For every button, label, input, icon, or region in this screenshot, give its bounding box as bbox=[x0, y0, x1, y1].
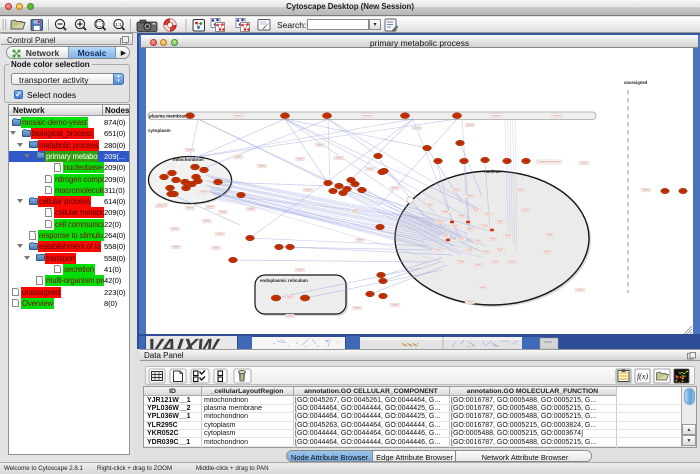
svg-text:f(x): f(x) bbox=[637, 372, 648, 381]
svg-text:1:1: 1:1 bbox=[115, 22, 122, 27]
svg-text:VAIXW: VAIXW bbox=[146, 334, 222, 349]
svg-text:plasma membrane: plasma membrane bbox=[149, 114, 190, 119]
svg-text:unassigned: unassigned bbox=[624, 80, 648, 85]
svg-text:nucleus: nucleus bbox=[484, 169, 501, 174]
svg-text:endoplasmic reticulum: endoplasmic reticulum bbox=[260, 278, 308, 283]
svg-text:mitochondrion: mitochondrion bbox=[173, 157, 204, 162]
svg-text:cytoplasm: cytoplasm bbox=[148, 128, 171, 133]
